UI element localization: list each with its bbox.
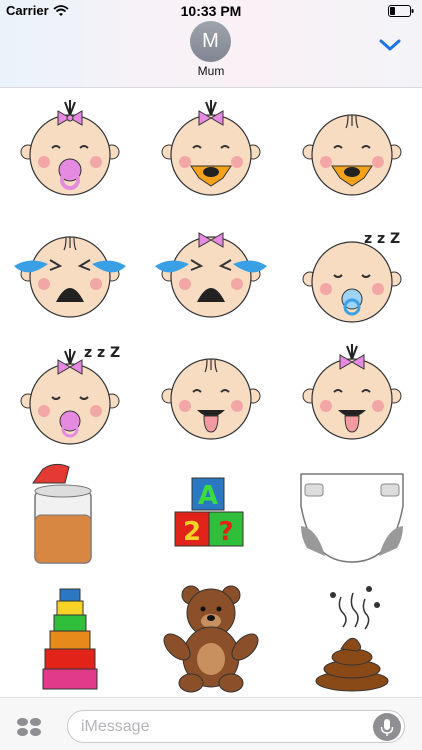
sticker-baby-food-jar[interactable]	[0, 455, 140, 577]
sticker-baby-girl-pacifier[interactable]	[0, 89, 140, 211]
baby-food-jar-icon	[32, 463, 92, 564]
diaper-icon	[300, 473, 404, 563]
microphone-button[interactable]	[373, 713, 401, 741]
baby-boy-sleeping-icon: z z Z	[302, 231, 402, 323]
baby-boy-crying-icon	[14, 236, 126, 318]
baby-girl-tongue-icon	[302, 344, 402, 440]
status-time: 10:33 PM	[180, 3, 242, 19]
microphone-icon	[380, 719, 394, 736]
chevron-down-icon[interactable]	[378, 36, 402, 54]
app-drawer-icon[interactable]	[16, 717, 42, 737]
block-question-mark: ?	[218, 517, 233, 547]
sleep-zzz-text: z z Z	[364, 231, 400, 247]
sticker-grid: z z Z z z Z A 2 ?	[0, 89, 422, 697]
status-bar: Carrier 10:33 PM	[0, 0, 422, 22]
sticker-baby-boy-crying[interactable]	[0, 211, 140, 333]
baby-girl-crying-icon	[155, 232, 267, 318]
sticker-baby-girl-tongue[interactable]	[282, 333, 422, 455]
imessage-placeholder: iMessage	[81, 718, 150, 735]
battery-icon	[388, 5, 414, 17]
block-number-2: 2	[183, 517, 201, 547]
sleep-zzz-text: z z Z	[84, 345, 120, 361]
abc-blocks-icon: A 2 ?	[174, 477, 244, 547]
baby-boy-duck-pacifier-icon	[302, 114, 402, 196]
sticker-baby-girl-duck-pacifier[interactable]	[141, 89, 281, 211]
teddy-bear-icon	[163, 585, 259, 693]
baby-girl-pacifier-icon	[20, 100, 120, 196]
block-letter-a: A	[198, 481, 218, 511]
sticker-abc-blocks[interactable]: A 2 ?	[141, 455, 281, 577]
message-input-bar: iMessage	[0, 697, 422, 750]
sticker-poop[interactable]	[282, 577, 422, 699]
sticker-teddy-bear[interactable]	[141, 577, 281, 699]
imessage-input[interactable]: iMessage	[67, 710, 405, 743]
contact-avatar[interactable]: M	[190, 21, 231, 62]
baby-girl-duck-pacifier-icon	[161, 100, 261, 196]
sticker-baby-girl-sleeping[interactable]: z z Z	[0, 333, 140, 455]
sticker-baby-boy-duck-pacifier[interactable]	[282, 89, 422, 211]
stacking-cups-icon	[42, 588, 98, 690]
contact-name[interactable]: Mum	[0, 64, 422, 78]
baby-girl-sleeping-icon: z z Z	[20, 345, 120, 445]
sticker-baby-girl-crying[interactable]	[141, 211, 281, 333]
sticker-baby-boy-sleeping[interactable]: z z Z	[282, 211, 422, 333]
baby-boy-tongue-icon	[161, 358, 261, 440]
sticker-baby-boy-tongue[interactable]	[141, 333, 281, 455]
sticker-stacking-cups[interactable]	[0, 577, 140, 699]
poop-icon	[315, 586, 389, 692]
sticker-diaper[interactable]	[282, 455, 422, 577]
